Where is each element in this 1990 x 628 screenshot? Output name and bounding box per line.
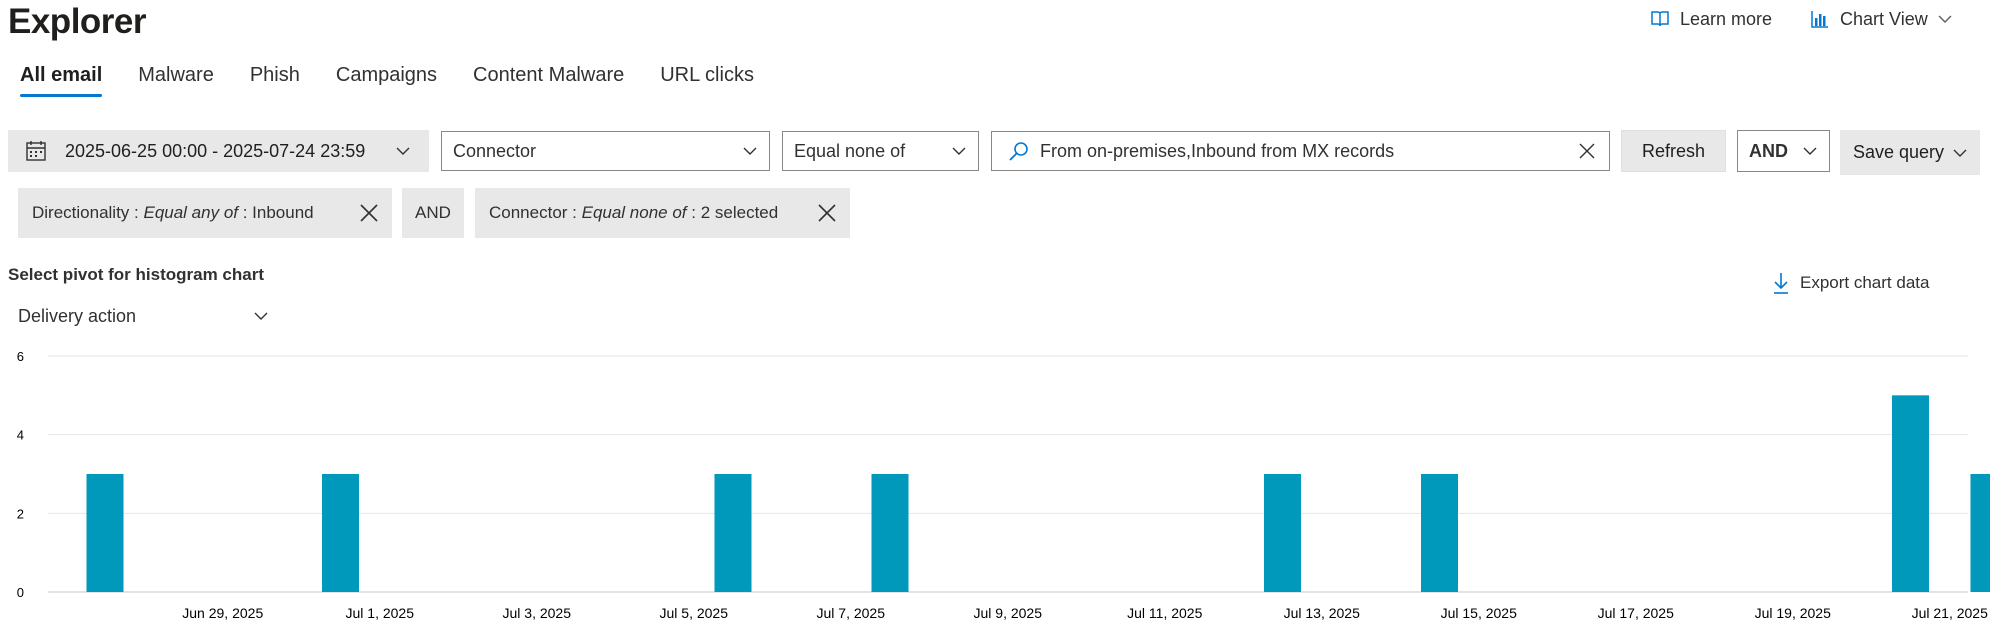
search-icon: [1009, 142, 1028, 161]
x-tick-label: Jul 3, 2025: [503, 605, 572, 621]
tab-malware[interactable]: Malware: [138, 64, 214, 97]
tab-all-email[interactable]: All email: [20, 64, 103, 97]
histogram-bar[interactable]: [1970, 474, 1990, 592]
learn-more-label: Learn more: [1680, 8, 1773, 29]
value-input-text: From on-premises,Inbound from MX records: [1040, 140, 1395, 161]
learn-more-link[interactable]: Learn more: [1650, 6, 1772, 32]
histogram-bar[interactable]: [1892, 395, 1929, 592]
field-dropdown-value: Connector: [453, 140, 537, 161]
filter-chip-connector[interactable]: Connector : Equal none of : 2 selected: [475, 188, 850, 238]
tab-phish[interactable]: Phish: [250, 64, 300, 97]
date-range-picker[interactable]: 2025-06-25 00:00 - 2025-07-24 23:59: [8, 130, 429, 172]
logic-dropdown-value: AND: [1749, 140, 1788, 161]
y-tick-label: 4: [17, 428, 24, 443]
histogram-bar[interactable]: [1264, 474, 1301, 592]
x-tick-label: Jul 21, 2025: [1912, 605, 1988, 621]
close-icon[interactable]: [818, 204, 836, 222]
x-tick-label: Jul 5, 2025: [660, 605, 729, 621]
histogram-bar[interactable]: [1421, 474, 1458, 592]
operator-dropdown-value: Equal none of: [794, 140, 906, 161]
y-tick-label: 6: [17, 349, 24, 364]
histogram-bar[interactable]: [714, 474, 752, 592]
x-tick-label: Jul 13, 2025: [1284, 605, 1360, 621]
chevron-down-icon: [1803, 147, 1817, 155]
x-tick-label: Jul 17, 2025: [1598, 605, 1674, 621]
y-tick-label: 0: [17, 585, 24, 600]
filter-joiner: AND: [402, 188, 464, 238]
x-tick-label: Jul 19, 2025: [1755, 605, 1831, 621]
close-icon[interactable]: [360, 204, 378, 222]
calendar-icon: [26, 141, 46, 161]
logic-dropdown[interactable]: AND: [1737, 130, 1830, 172]
chart-view-label: Chart View: [1840, 8, 1928, 29]
histogram-bar[interactable]: [86, 474, 124, 592]
filter-chip-directionality[interactable]: Directionality : Equal any of : Inbound: [18, 188, 392, 238]
histogram-chart: 0 2 4 6 Jun 29, 2025 Jul 1, 2025 Jul 3, 2025 J…: [17, 349, 1990, 621]
pivot-label: Select pivot for histogram chart: [8, 265, 264, 284]
x-tick-label: Jul 15, 2025: [1441, 605, 1517, 621]
book-icon: [1651, 11, 1669, 27]
x-tick-label: Jun 29, 2025: [182, 605, 263, 621]
filter-chip-text: Directionality : Equal any of : Inbound: [32, 203, 314, 222]
save-query-dropdown[interactable]: Save query: [1840, 130, 1980, 175]
y-tick-label: 2: [17, 506, 24, 521]
x-tick-label: Jul 7, 2025: [817, 605, 886, 621]
chevron-down-icon: [952, 147, 966, 155]
bar-chart-icon: [1811, 11, 1828, 28]
export-chart-data-label: Export chart data: [1800, 273, 1930, 292]
tab-campaigns[interactable]: Campaigns: [336, 64, 437, 97]
save-query-label: Save query: [1853, 142, 1945, 162]
tab-url-clicks[interactable]: URL clicks: [660, 64, 754, 97]
operator-dropdown[interactable]: Equal none of: [782, 131, 979, 171]
x-tick-label: Jul 1, 2025: [346, 605, 415, 621]
x-tick-label: Jul 11, 2025: [1127, 605, 1202, 621]
clear-icon[interactable]: [1579, 143, 1595, 159]
filter-chip-text: Connector : Equal none of : 2 selected: [489, 203, 779, 222]
download-icon: [1774, 273, 1788, 294]
histogram-bar[interactable]: [871, 474, 909, 592]
date-range-value: 2025-06-25 00:00 - 2025-07-24 23:59: [65, 140, 366, 161]
chevron-down-icon: [1953, 149, 1967, 157]
pivot-dropdown[interactable]: Delivery action: [18, 302, 268, 330]
chevron-down-icon: [1938, 15, 1952, 23]
value-input[interactable]: From on-premises,Inbound from MX records: [991, 131, 1610, 171]
export-chart-data-link[interactable]: Export chart data: [1772, 270, 1929, 296]
tab-content-malware[interactable]: Content Malware: [473, 64, 624, 97]
chart-view-dropdown[interactable]: Chart View: [1810, 6, 1962, 32]
x-tick-label: Jul 9, 2025: [974, 605, 1043, 621]
refresh-button[interactable]: Refresh: [1621, 130, 1726, 172]
chevron-down-icon: [396, 147, 410, 155]
field-dropdown[interactable]: Connector: [441, 131, 770, 171]
pivot-dropdown-value: Delivery action: [18, 305, 137, 326]
chevron-down-icon: [743, 147, 757, 155]
histogram-bar[interactable]: [322, 474, 359, 592]
tab-bar: All email Malware Phish Campaigns Conten…: [20, 64, 790, 97]
chevron-down-icon: [254, 312, 268, 320]
page-title: Explorer: [8, 2, 147, 41]
